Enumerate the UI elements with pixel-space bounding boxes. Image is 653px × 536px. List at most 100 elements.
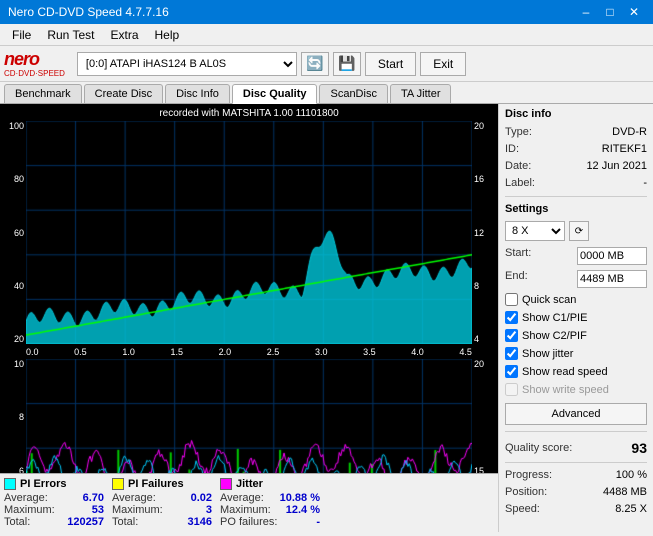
show-read-speed-checkbox[interactable] — [505, 365, 518, 378]
chart-title: recorded with MATSHITA 1.00 11101800 — [4, 108, 494, 119]
pi-errors-color — [4, 478, 16, 490]
divider-3 — [505, 462, 647, 463]
divider-2 — [505, 431, 647, 432]
pi-failures-avg-row: Average: 0.02 — [112, 492, 212, 504]
pi-failures-total-label: Total: — [112, 516, 138, 528]
minimize-button[interactable]: – — [575, 3, 597, 21]
show-read-speed-row[interactable]: Show read speed — [505, 365, 647, 378]
show-jitter-checkbox[interactable] — [505, 347, 518, 360]
disc-id-label: ID: — [505, 143, 519, 155]
nero-logo-sub: CD·DVD·SPEED — [4, 70, 65, 78]
disc-info-title: Disc info — [505, 108, 647, 120]
pi-failures-group: PI Failures Average: 0.02 Maximum: 3 Tot… — [112, 478, 212, 528]
left-section: recorded with MATSHITA 1.00 11101800 100… — [0, 104, 498, 532]
start-input[interactable] — [577, 247, 647, 265]
pi-errors-avg-value: 6.70 — [83, 492, 104, 504]
jitter-avg-row: Average: 10.88 % — [220, 492, 320, 504]
maximize-button[interactable]: □ — [599, 3, 621, 21]
tab-create-disc[interactable]: Create Disc — [84, 84, 163, 103]
speed-row: Speed: 8.25 X — [505, 503, 647, 515]
close-button[interactable]: ✕ — [623, 3, 645, 21]
bottom-y-axis-left: 10 8 6 4 2 — [4, 359, 26, 473]
show-c2pif-checkbox[interactable] — [505, 329, 518, 342]
end-row: End: — [505, 270, 647, 288]
tabs: Benchmark Create Disc Disc Info Disc Qua… — [0, 82, 653, 104]
quality-score-row: Quality score: 93 — [505, 440, 647, 456]
position-label: Position: — [505, 486, 547, 498]
jitter-max-row: Maximum: 12.4 % — [220, 504, 320, 516]
position-row: Position: 4488 MB — [505, 486, 647, 498]
settings-icon-btn[interactable]: ⟳ — [569, 221, 589, 241]
pi-errors-total-value: 120257 — [67, 516, 104, 528]
menu-file[interactable]: File — [4, 26, 39, 44]
save-button[interactable]: 💾 — [333, 52, 361, 76]
tab-ta-jitter[interactable]: TA Jitter — [390, 84, 452, 103]
quick-scan-row[interactable]: Quick scan — [505, 293, 647, 306]
jitter-po-label: PO failures: — [220, 516, 277, 528]
jitter-max-label: Maximum: — [220, 504, 271, 516]
pi-errors-avg-label: Average: — [4, 492, 48, 504]
pi-errors-avg-row: Average: 6.70 — [4, 492, 104, 504]
pi-failures-color — [112, 478, 124, 490]
disc-label-row: Label: - — [505, 177, 647, 189]
disc-id-row: ID: RITEKF1 — [505, 143, 647, 155]
top-x-axis: 0.0 0.5 1.0 1.5 2.0 2.5 3.0 3.5 4.0 4.5 — [4, 347, 494, 357]
show-jitter-label: Show jitter — [522, 348, 573, 360]
show-c1pie-row[interactable]: Show C1/PIE — [505, 311, 647, 324]
show-c2pif-row[interactable]: Show C2/PIF — [505, 329, 647, 342]
tab-benchmark[interactable]: Benchmark — [4, 84, 82, 103]
show-write-speed-label: Show write speed — [522, 384, 609, 396]
quick-scan-checkbox[interactable] — [505, 293, 518, 306]
pi-errors-max-value: 53 — [92, 504, 104, 516]
quality-score-label: Quality score: — [505, 442, 572, 454]
drive-select[interactable]: [0:0] ATAPI iHAS124 B AL0S — [77, 52, 297, 76]
pi-failures-total-row: Total: 3146 — [112, 516, 212, 528]
show-c2pif-label: Show C2/PIF — [522, 330, 587, 342]
jitter-header: Jitter — [220, 478, 320, 490]
pi-errors-max-row: Maximum: 53 — [4, 504, 104, 516]
start-button[interactable]: Start — [365, 52, 416, 76]
progress-label: Progress: — [505, 469, 552, 481]
tab-disc-info[interactable]: Disc Info — [165, 84, 230, 103]
pi-failures-label: PI Failures — [128, 478, 184, 490]
disc-date-row: Date: 12 Jun 2021 — [505, 160, 647, 172]
settings-title: Settings — [505, 203, 647, 215]
menu-bar: File Run Test Extra Help — [0, 24, 653, 46]
jitter-group: Jitter Average: 10.88 % Maximum: 12.4 % … — [220, 478, 320, 528]
disc-type-label: Type: — [505, 126, 532, 138]
pi-errors-total-label: Total: — [4, 516, 30, 528]
progress-value: 100 % — [616, 469, 647, 481]
tab-disc-quality[interactable]: Disc Quality — [232, 84, 318, 104]
menu-extra[interactable]: Extra — [102, 26, 146, 44]
pi-failures-total-value: 3146 — [188, 516, 212, 528]
title-bar: Nero CD-DVD Speed 4.7.7.16 – □ ✕ — [0, 0, 653, 24]
show-c1pie-checkbox[interactable] — [505, 311, 518, 324]
end-input[interactable] — [577, 270, 647, 288]
menu-run-test[interactable]: Run Test — [39, 26, 102, 44]
progress-row: Progress: 100 % — [505, 469, 647, 481]
pi-failures-max-value: 3 — [206, 504, 212, 516]
bottom-chart: 10 8 6 4 2 20 15 8 — [4, 359, 494, 473]
pi-errors-group: PI Errors Average: 6.70 Maximum: 53 Tota… — [4, 478, 104, 528]
speed-row: 8 X ⟳ — [505, 221, 647, 241]
end-label: End: — [505, 270, 528, 288]
exit-button[interactable]: Exit — [420, 52, 466, 76]
window-title: Nero CD-DVD Speed 4.7.7.16 — [8, 5, 169, 19]
advanced-button[interactable]: Advanced — [505, 403, 647, 425]
disc-label-value: - — [643, 177, 647, 189]
disc-type-value: DVD-R — [612, 126, 647, 138]
start-label: Start: — [505, 247, 531, 265]
top-chart-plot — [26, 121, 472, 344]
show-jitter-row[interactable]: Show jitter — [505, 347, 647, 360]
stats-area: PI Errors Average: 6.70 Maximum: 53 Tota… — [0, 473, 498, 532]
pi-errors-max-label: Maximum: — [4, 504, 55, 516]
speed-select[interactable]: 8 X — [505, 221, 565, 241]
tab-scan-disc[interactable]: ScanDisc — [319, 84, 387, 103]
pi-failures-max-row: Maximum: 3 — [112, 504, 212, 516]
menu-help[interactable]: Help — [147, 26, 188, 44]
disc-id-value: RITEKF1 — [602, 143, 647, 155]
jitter-max-value: 12.4 % — [286, 504, 320, 516]
position-value: 4488 MB — [603, 486, 647, 498]
show-read-speed-label: Show read speed — [522, 366, 608, 378]
refresh-button[interactable]: 🔄 — [301, 52, 329, 76]
